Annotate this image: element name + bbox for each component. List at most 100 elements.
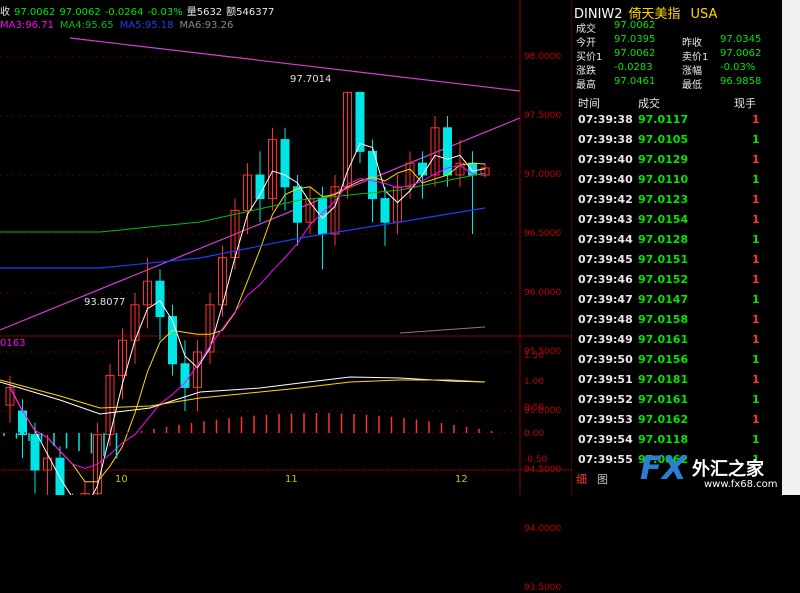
y-tick-label: 93.5000 (524, 583, 562, 593)
trade-qty: 1 (752, 113, 760, 126)
tab-detail[interactable]: 细 (574, 470, 589, 488)
trade-qty: 1 (752, 233, 760, 246)
trade-row[interactable]: 07:39:53 97.0162 1 (576, 413, 760, 431)
trade-price: 97.0161 (638, 333, 689, 346)
quote-label: 成交 (576, 24, 596, 35)
trade-row[interactable]: 07:39:52 97.0161 1 (576, 393, 760, 411)
quote-value: 97.0062 (614, 20, 656, 31)
trade-row[interactable]: 07:39:49 97.0161 1 (576, 333, 760, 351)
trade-price: 97.0152 (638, 273, 689, 286)
quote-row: 今开 97.0395 昨收 97.0345 (574, 34, 774, 49)
trade-price: 97.0117 (638, 113, 689, 126)
trade-time: 07:39:48 (578, 313, 633, 326)
trade-row[interactable]: 07:39:44 97.0128 1 (576, 233, 760, 251)
trade-row[interactable]: 07:39:38 97.0105 1 (576, 133, 760, 151)
y-tick-label: 97.5000 (524, 111, 562, 121)
kline-chart-panel[interactable]: 收 97.0062 97.0062 -0.0264 -0.03% 量5632 额546377… (0, 0, 573, 593)
logo-cn: 外汇之家 (692, 459, 764, 480)
trade-row[interactable]: 07:39:46 97.0152 1 (576, 273, 760, 291)
candle-body (180, 363, 190, 388)
sub-y-tick-label: 0.50 (524, 403, 545, 413)
trade-price: 97.0181 (638, 373, 689, 386)
quote-value-2: -0.03% (720, 62, 756, 73)
trade-price: 97.0128 (638, 233, 689, 246)
y-tick-label: 94.0000 (524, 524, 562, 534)
trade-time: 07:39:54 (578, 433, 633, 446)
y-tick-label: 96.5000 (524, 229, 562, 239)
quote-label-2: 最低 (682, 80, 702, 91)
quote-label: 最高 (576, 80, 596, 91)
trade-row[interactable]: 07:39:51 97.0181 1 (576, 373, 760, 391)
sub-y-tick-label: 0.00 (524, 429, 545, 439)
trade-qty: 1 (752, 433, 760, 446)
quote-value: 97.0062 (614, 48, 656, 59)
trade-row[interactable]: 07:39:40 97.0129 1 (576, 153, 760, 171)
trade-time: 07:39:49 (578, 333, 633, 346)
info-volume: 量5632 (186, 7, 223, 18)
candle-body (293, 186, 302, 223)
trade-time: 07:39:40 (578, 153, 633, 166)
x-tick-label: 12 (455, 474, 468, 485)
y-tick-label: 97.0000 (524, 170, 562, 180)
high-annotation: 97.7014 (290, 74, 332, 85)
info-change: -0.0264 (104, 7, 144, 18)
macd-line-white (0, 376, 486, 415)
trade-time: 07:39:53 (578, 413, 633, 426)
trade-qty: 1 (752, 253, 760, 266)
candle-body (55, 457, 65, 506)
info-prefix: 收 (0, 7, 10, 18)
trade-time: 07:39:50 (578, 353, 633, 366)
quote-row: 最高 97.0461 最低 96.9858 (574, 76, 774, 91)
trade-row[interactable]: 07:39:48 97.0158 1 (576, 313, 760, 331)
trade-row[interactable]: 07:39:40 97.0110 1 (576, 173, 760, 191)
trade-qty: 1 (752, 133, 760, 146)
trade-price: 97.0147 (638, 293, 689, 306)
quote-label: 买价1 (576, 52, 603, 63)
sub-indicator-value: 0163 (0, 338, 26, 349)
trade-row[interactable]: 07:39:38 97.0117 1 (576, 113, 760, 131)
candle-body (380, 198, 390, 223)
trade-price: 97.0154 (638, 213, 689, 226)
trade-qty: 1 (752, 373, 760, 386)
macd-line-yellow (0, 379, 486, 409)
ma4-label: MA4:95.65 (59, 20, 114, 31)
quote-value-2: 96.9858 (720, 76, 762, 87)
trade-row[interactable]: 07:39:42 97.0123 1 (576, 193, 760, 211)
y-tick-label: 96.0000 (524, 288, 562, 298)
trade-time: 07:39:43 (578, 213, 633, 226)
quote-value: -0.0283 (614, 62, 653, 73)
trade-qty: 1 (752, 333, 760, 346)
trade-row[interactable]: 07:39:45 97.0151 1 (576, 253, 760, 271)
trade-price: 97.0129 (638, 153, 689, 166)
trade-time: 07:39:55 (578, 453, 633, 466)
trade-time: 07:39:51 (578, 373, 633, 386)
sub-y-tick-label: -0.50 (524, 455, 548, 465)
info-open: 97.0062 (59, 7, 101, 18)
trade-row[interactable]: 07:39:43 97.0154 1 (576, 213, 760, 231)
info-bar: 收 97.0062 97.0062 -0.0264 -0.03% 量5632 额546377 (0, 3, 278, 18)
tab-chart[interactable]: 图 (595, 470, 610, 488)
trade-price: 97.0151 (638, 253, 689, 266)
quote-row: 成交 97.0062 (574, 20, 774, 35)
candle-body (418, 162, 427, 176)
ma3-label: MA3:96.71 (0, 20, 54, 31)
quote-label: 今开 (576, 38, 596, 49)
ma-line-gray (399, 326, 486, 334)
ma6-label: MA6:93.26 (179, 20, 234, 31)
candle-body (280, 139, 290, 188)
toolbar-strip[interactable] (782, 0, 800, 495)
quote-label-2: 卖价1 (682, 52, 709, 63)
trade-qty: 1 (752, 393, 760, 406)
trade-qty: 1 (752, 273, 760, 286)
quote-value: 97.0395 (614, 34, 656, 45)
trade-qty: 1 (752, 153, 760, 166)
trade-row[interactable]: 07:39:47 97.0147 1 (576, 293, 760, 311)
kline-chart-svg[interactable] (0, 0, 573, 589)
trade-time: 07:39:42 (578, 193, 633, 206)
quote-value-2: 97.0062 (720, 48, 762, 59)
quote-label-2: 昨收 (682, 38, 702, 49)
candle-body (30, 434, 40, 471)
trade-row[interactable]: 07:39:50 97.0156 1 (576, 353, 760, 371)
y-tick-label: 94.5000 (524, 465, 562, 475)
header-qty: 现手 (734, 97, 756, 110)
